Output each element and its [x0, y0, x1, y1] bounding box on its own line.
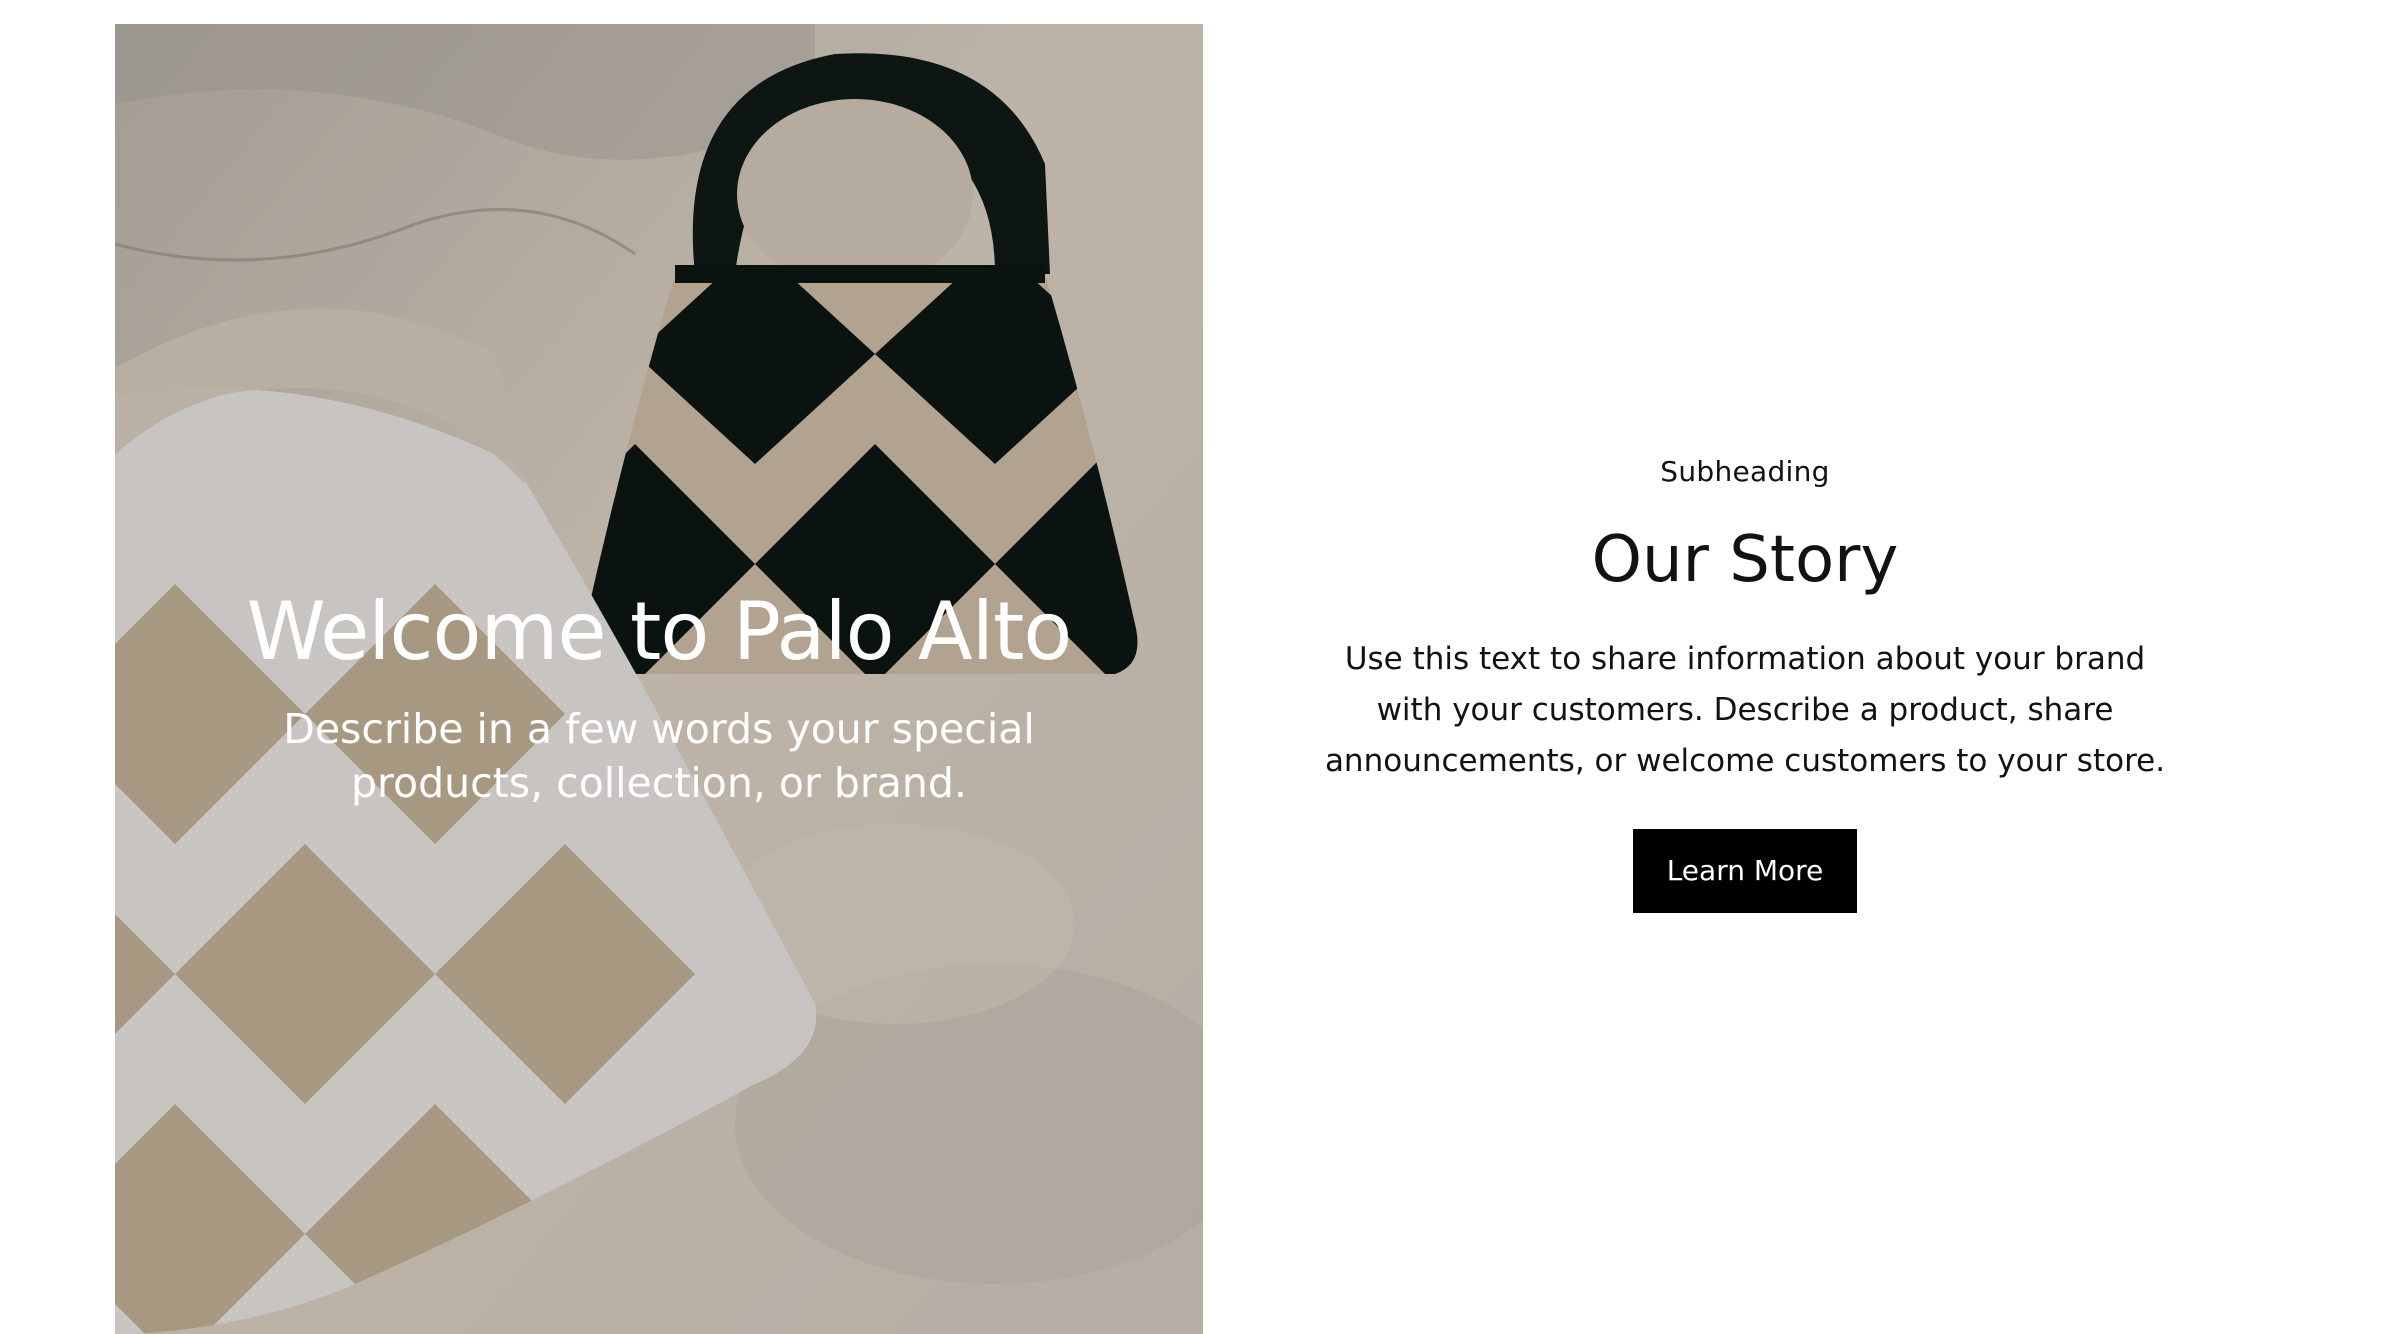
learn-more-button[interactable]: Learn More: [1632, 829, 1858, 913]
hero-image-banner: Welcome to Palo Alto Describe in a few w…: [115, 24, 1203, 1334]
story-description: Use this text to share information about…: [1324, 641, 2166, 779]
hero-text-block: Welcome to Palo Alto Describe in a few w…: [115, 524, 1203, 810]
story-title: Our Story: [1591, 523, 1899, 597]
story-subheading: Subheading: [1660, 455, 1830, 488]
hero-description: Describe in a few words your special pro…: [283, 705, 1035, 807]
page: Welcome to Palo Alto Describe in a few w…: [0, 0, 2382, 1334]
story-section: Subheading Our Story Use this text to sh…: [1290, 420, 2200, 913]
hero-title: Welcome to Palo Alto: [246, 585, 1073, 678]
